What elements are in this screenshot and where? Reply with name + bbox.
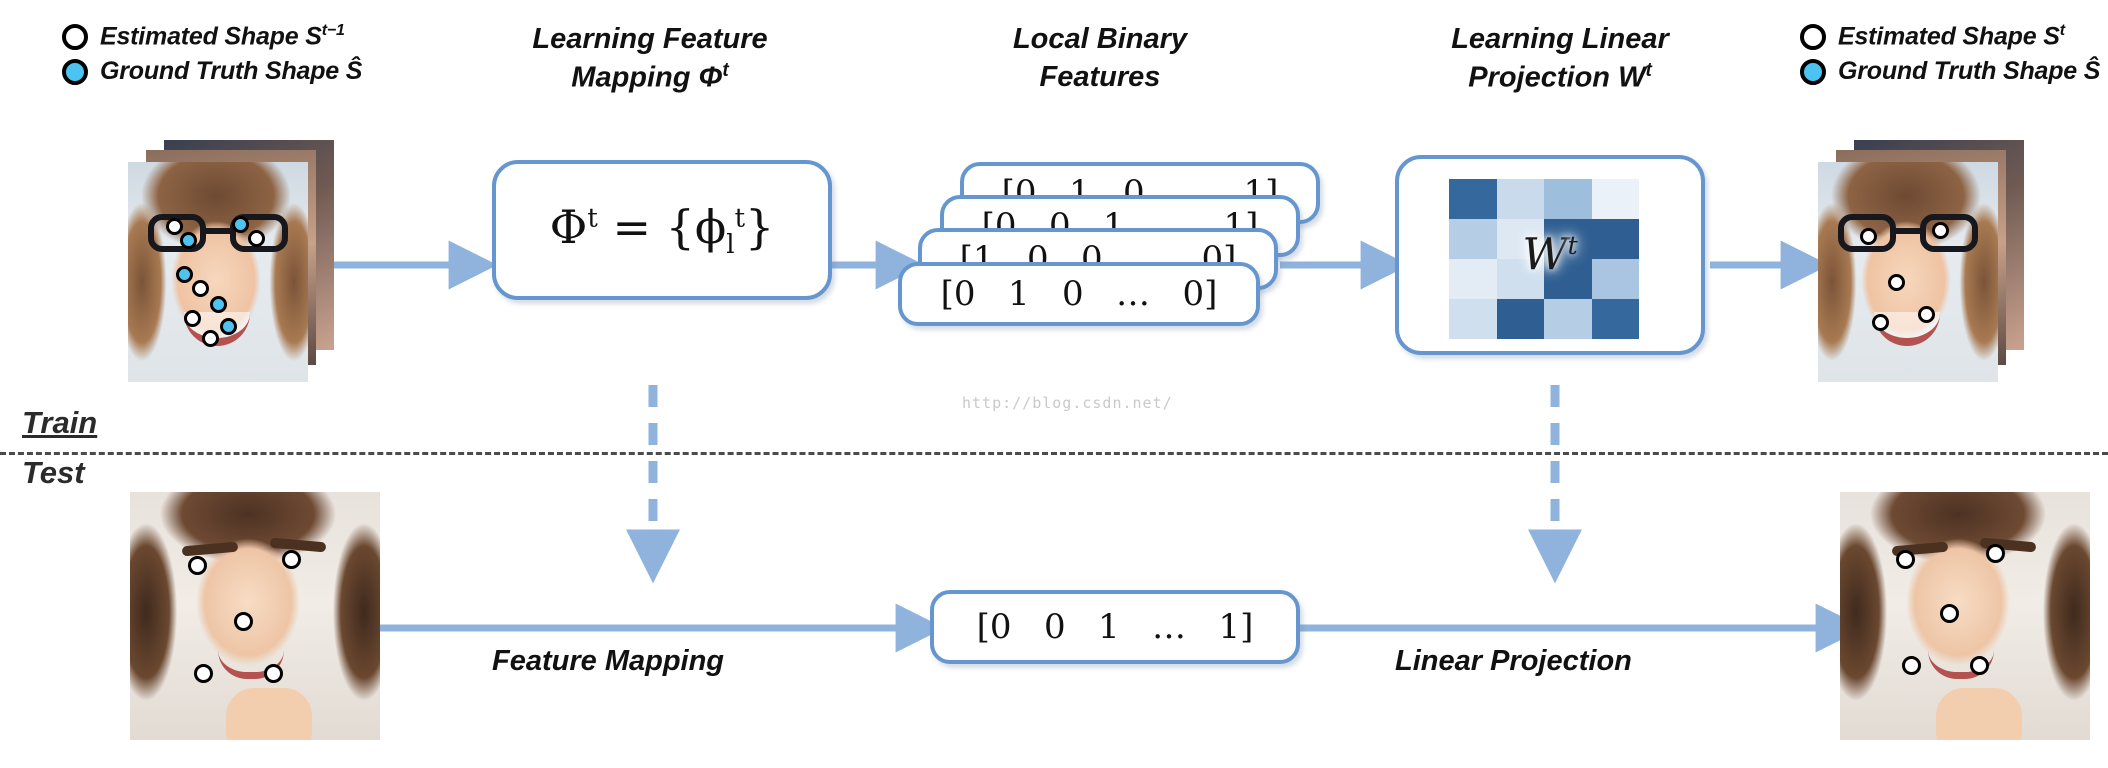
landmark-point	[1932, 222, 1949, 239]
binary-vector-text: [0 1 0 … 0]	[940, 274, 1218, 314]
hand-shape	[1936, 688, 2022, 740]
landmark-point	[176, 266, 193, 283]
train-face-image-right	[1818, 162, 1998, 382]
header-line-1: Learning Feature	[532, 23, 768, 55]
header-local-binary-features: Local Binary Features	[950, 20, 1250, 97]
landmark-point	[1986, 544, 2005, 563]
train-output-image-stack	[1818, 140, 2038, 390]
landmark-point	[220, 318, 237, 335]
train-phase-label: Train	[22, 405, 98, 440]
landmark-point	[264, 664, 283, 683]
header-line-2: Projection Wt	[1468, 60, 1652, 94]
landmark-point	[184, 310, 201, 327]
legend-label-estimated: Estimated Shape St	[1838, 22, 2065, 51]
w-cell	[1591, 299, 1639, 339]
test-binary-vector-text: [0 0 1 … 1]	[976, 607, 1254, 647]
landmark-point	[202, 330, 219, 347]
header-learning-linear-projection: Learning Linear Projection Wt	[1400, 20, 1720, 97]
w-cell	[1496, 179, 1544, 219]
binary-vector-box-1[interactable]: [0 1 0 … 0]	[898, 262, 1260, 326]
w-matrix-label: Wt	[1522, 229, 1578, 281]
test-face-image-left	[130, 492, 380, 740]
hand-shape	[226, 688, 312, 740]
landmark-point	[192, 280, 209, 297]
train-face-image-left	[128, 162, 308, 382]
w-cell	[1544, 179, 1592, 219]
estimated-shape-marker-icon	[1800, 23, 1826, 50]
landmark-point	[180, 232, 197, 249]
header-line-1: Local Binary	[1012, 23, 1188, 55]
w-cell	[1449, 299, 1497, 339]
legend-row: Ground Truth Shape Ŝ	[62, 57, 362, 86]
feature-mapping-box[interactable]: Φt = {ϕlt}	[492, 160, 832, 300]
legend-left: Estimated Shape St−1 Ground Truth Shape …	[62, 22, 362, 86]
landmark-point	[1970, 656, 1989, 675]
hair-shape	[1818, 162, 1998, 382]
legend-row: Ground Truth Shape Ŝ	[1800, 57, 2100, 86]
landmark-point	[194, 664, 213, 683]
glasses-icon	[1836, 214, 1980, 254]
caption-feature-mapping: Feature Mapping	[492, 645, 725, 677]
phi-formula: Φt = {ϕlt}	[549, 199, 775, 261]
ground-truth-shape-marker-icon	[1800, 58, 1826, 85]
watermark-text: http://blog.csdn.net/	[962, 394, 1173, 412]
landmark-point	[1940, 604, 1959, 623]
train-input-image-stack	[128, 140, 348, 390]
test-phase-label: Test	[22, 455, 85, 490]
legend-label-ground-truth: Ground Truth Shape Ŝ	[1838, 57, 2101, 86]
header-line-2: Mapping Φt	[571, 60, 729, 94]
landmark-point	[1872, 314, 1889, 331]
w-cell	[1496, 299, 1544, 339]
landmark-point	[1896, 550, 1915, 569]
legend-label-estimated: Estimated Shape St−1	[100, 22, 345, 51]
w-cell	[1449, 179, 1497, 219]
ground-truth-shape-marker-icon	[62, 58, 88, 85]
landmark-point	[1902, 656, 1921, 675]
hair-shape	[128, 162, 308, 382]
header-line-2: Features	[1039, 61, 1161, 94]
caption-linear-projection: Linear Projection	[1395, 645, 1632, 677]
landmark-point	[166, 218, 183, 235]
landmark-point	[282, 550, 301, 569]
landmark-point	[234, 612, 253, 631]
w-cell	[1591, 179, 1639, 219]
header-line-1: Learning Linear	[1451, 23, 1669, 55]
legend-row: Estimated Shape St−1	[62, 22, 362, 51]
legend-right: Estimated Shape St Ground Truth Shape Ŝ	[1800, 22, 2100, 86]
landmark-point	[232, 216, 249, 233]
test-face-image-right	[1840, 492, 2090, 740]
w-cell	[1544, 299, 1592, 339]
estimated-shape-marker-icon	[62, 23, 88, 50]
landmark-point	[1860, 228, 1877, 245]
landmark-point	[248, 230, 265, 247]
header-learning-feature-mapping: Learning Feature Mapping Φt	[500, 20, 800, 97]
landmark-point	[1918, 306, 1935, 323]
legend-row: Estimated Shape St	[1800, 22, 2100, 51]
test-binary-vector-box[interactable]: [0 0 1 … 1]	[930, 590, 1300, 664]
train-test-divider	[0, 452, 2108, 455]
legend-label-ground-truth: Ground Truth Shape Ŝ	[100, 57, 363, 86]
linear-projection-box[interactable]: Wt	[1395, 155, 1705, 355]
landmark-point	[1888, 274, 1905, 291]
landmark-point	[210, 296, 227, 313]
landmark-point	[188, 556, 207, 575]
